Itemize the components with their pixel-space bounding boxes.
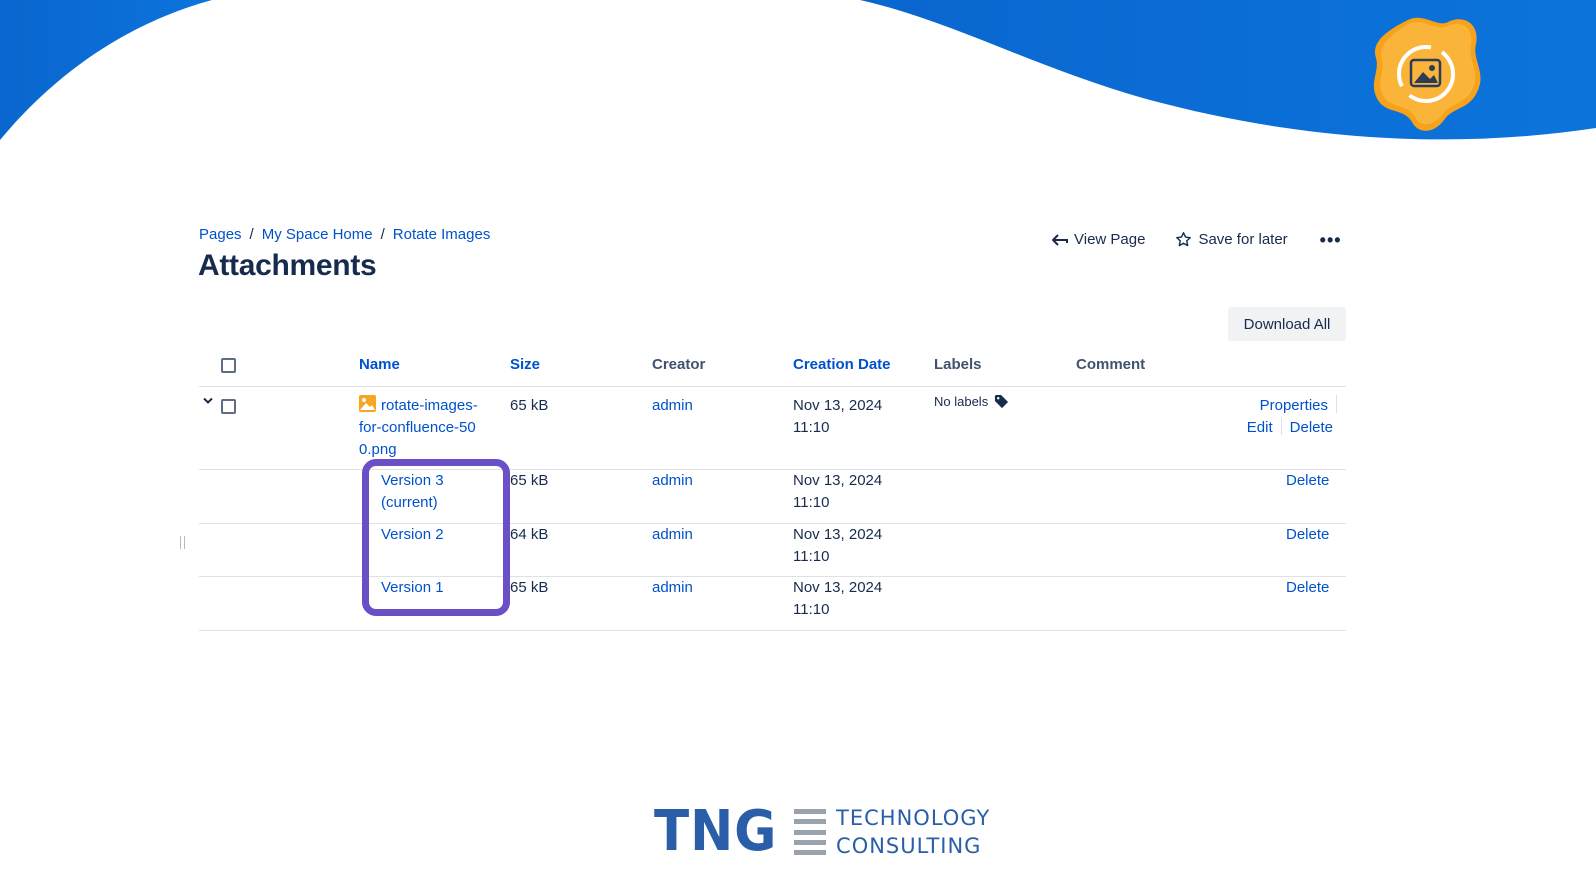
version-creator-link[interactable]: admin [652, 470, 693, 492]
attachment-creator-link[interactable]: admin [652, 395, 693, 417]
rotate-images-app-icon [1373, 17, 1481, 131]
version-1-link[interactable]: Version 1 [381, 577, 444, 599]
version-creation-date: Nov 13, 2024 11:10 [793, 577, 882, 621]
breadcrumb-separator: / [380, 226, 385, 243]
image-file-icon [359, 395, 376, 412]
column-header-creator: Creator [652, 356, 706, 373]
table-divider [199, 386, 1346, 387]
attachment-ops-properties: Properties [1249, 395, 1337, 417]
version-time: 11:10 [793, 548, 830, 565]
table-divider [199, 576, 1346, 577]
table-divider [199, 469, 1346, 470]
download-all-button[interactable]: Download All [1228, 307, 1346, 341]
column-header-labels: Labels [934, 356, 982, 373]
version-creator-link[interactable]: admin [652, 577, 693, 599]
column-header-name[interactable]: Name [359, 356, 400, 373]
version-delete-link[interactable]: Delete [1286, 577, 1329, 599]
save-for-later-label: Save for later [1198, 231, 1288, 248]
sidebar-resize-handle[interactable] [180, 536, 185, 549]
page-title: Attachments [198, 249, 377, 282]
save-for-later-button[interactable]: Save for later [1175, 231, 1288, 248]
edit-link[interactable]: Edit [1247, 419, 1273, 436]
version-time: 11:10 [793, 494, 830, 511]
attachment-ops-edit-delete: Edit Delete [1219, 417, 1333, 439]
star-outline-icon [1176, 232, 1192, 247]
breadcrumb-separator: / [249, 226, 254, 243]
version-size: 65 kB [510, 579, 549, 596]
tng-logo-line1: TECHNOLOGY [836, 806, 991, 830]
page-actions: View Page Save for later ••• [1052, 229, 1342, 250]
column-header-creation-date[interactable]: Creation Date [793, 356, 891, 373]
delete-link[interactable]: Delete [1290, 419, 1333, 436]
attachment-creation-date: Nov 13, 2024 11:10 [793, 395, 882, 439]
tng-logo-bars-icon [794, 809, 827, 855]
ellipsis-icon: ••• [1319, 229, 1342, 250]
view-page-label: View Page [1074, 231, 1146, 248]
version-3-link[interactable]: Version 3 (current) [381, 470, 497, 514]
tng-logo-wordmark: TNG [654, 799, 778, 864]
attachment-file-name: rotate-images-for-confluence-500.png [359, 397, 478, 458]
more-actions-button[interactable]: ••• [1319, 229, 1342, 250]
breadcrumb: Pages / My Space Home / Rotate Images [199, 226, 490, 243]
attachment-size: 65 kB [510, 397, 549, 414]
breadcrumb-link-rotate-images[interactable]: Rotate Images [393, 226, 491, 243]
version-date: Nov 13, 2024 [793, 472, 883, 489]
no-labels-text: No labels [934, 394, 989, 409]
version-delete-link[interactable]: Delete [1286, 524, 1329, 546]
breadcrumb-link-my-space-home[interactable]: My Space Home [262, 226, 373, 243]
chevron-down-icon[interactable] [202, 396, 214, 406]
version-creation-date: Nov 13, 2024 11:10 [793, 524, 882, 568]
header-wave-graphic [0, 0, 1596, 140]
table-divider [199, 523, 1346, 524]
column-header-size[interactable]: Size [510, 356, 540, 373]
tag-icon[interactable] [994, 394, 1009, 409]
version-date: Nov 13, 2024 [793, 526, 883, 543]
breadcrumb-link-pages[interactable]: Pages [199, 226, 242, 243]
view-page-button[interactable]: View Page [1052, 231, 1145, 248]
version-size: 64 kB [510, 526, 549, 543]
version-time: 11:10 [793, 601, 830, 618]
attachment-time: 11:10 [793, 419, 830, 436]
row-checkbox[interactable] [221, 399, 236, 414]
tng-logo: TNG TECHNOLOGY CONSULTING [654, 804, 990, 860]
column-header-comment: Comment [1076, 356, 1146, 373]
tng-logo-line2: CONSULTING [836, 834, 982, 858]
attachment-date: Nov 13, 2024 [793, 397, 883, 414]
version-name: Version 3 (current) [381, 472, 444, 511]
ops-divider [1336, 395, 1337, 413]
select-all-checkbox[interactable] [221, 358, 236, 373]
tng-logo-tagline: TECHNOLOGY CONSULTING [836, 804, 990, 860]
version-delete-link[interactable]: Delete [1286, 470, 1329, 492]
version-date: Nov 13, 2024 [793, 579, 883, 596]
arrow-left-icon [1052, 233, 1068, 246]
version-creation-date: Nov 13, 2024 11:10 [793, 470, 882, 514]
ops-divider [1280, 417, 1282, 435]
attachment-labels: No labels [934, 394, 1009, 409]
version-2-link[interactable]: Version 2 [381, 524, 444, 546]
table-divider [199, 630, 1346, 631]
attachment-file-link[interactable]: rotate-images-for-confluence-500.png [359, 395, 481, 461]
version-creator-link[interactable]: admin [652, 524, 693, 546]
properties-link[interactable]: Properties [1260, 397, 1328, 414]
version-size: 65 kB [510, 472, 549, 489]
